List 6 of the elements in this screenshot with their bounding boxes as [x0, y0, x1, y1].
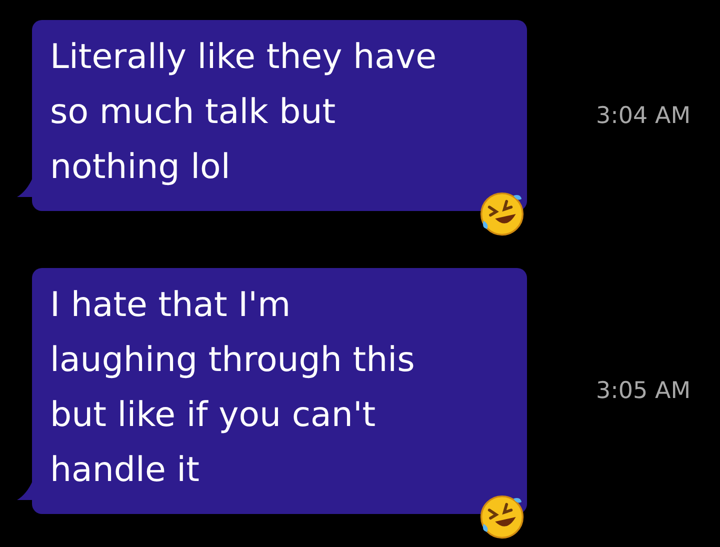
message-bubble[interactable]: Literally like they have so much talk but nothing lol: [32, 20, 527, 211]
message-bubble[interactable]: I hate that I'm laughing through this but like if you can't handle it: [32, 268, 527, 514]
message-time: 3:04 AM: [596, 102, 691, 128]
message-time: 3:05 AM: [596, 378, 691, 404]
message-text: I hate that I'm laughing through this but like if you can't handle it: [50, 284, 416, 492]
message-text: Literally like they have so much talk but nothing lol: [50, 36, 438, 189]
